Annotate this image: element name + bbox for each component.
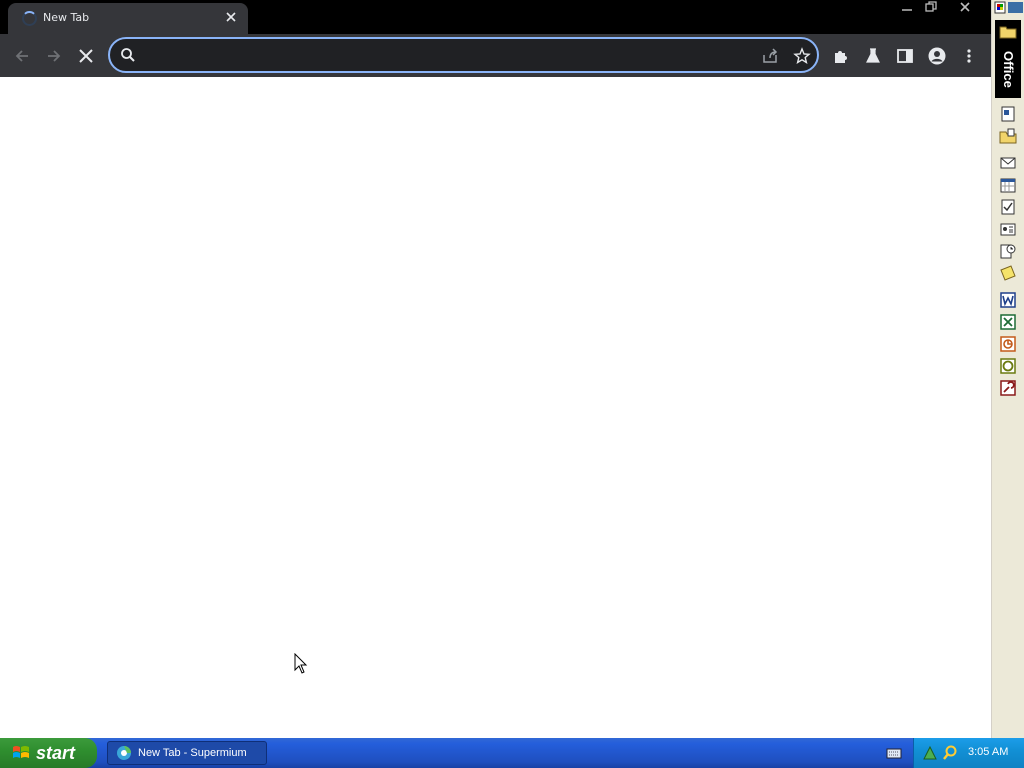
tab-close-icon[interactable] (222, 9, 240, 27)
bookmark-star-icon[interactable] (793, 47, 811, 65)
page-content[interactable] (0, 77, 991, 738)
office-bar-title: Office (1001, 50, 1016, 88)
new-appointment-button[interactable] (997, 175, 1019, 195)
office-shortcut-bar: Office (991, 0, 1024, 738)
labs-button[interactable] (859, 42, 887, 70)
taskbar-item-supermium[interactable]: New Tab - Supermium (107, 741, 267, 765)
taskbar: start New Tab - Supermium 3:05 AM (0, 738, 1024, 768)
keyboard-icon[interactable] (886, 746, 902, 760)
word-icon (1000, 292, 1016, 308)
close-window-button[interactable] (951, 0, 979, 18)
share-icon[interactable] (761, 47, 779, 65)
extensions-button[interactable] (827, 42, 855, 70)
address-input[interactable] (146, 47, 746, 65)
arrow-right-icon (48, 50, 61, 62)
search-icon (121, 48, 135, 62)
side-panel-button[interactable] (891, 42, 919, 70)
avatar-icon (928, 47, 946, 65)
network-tray-icon[interactable] (922, 745, 938, 761)
magnifier-tray-icon[interactable] (942, 745, 958, 761)
browser-toolbar (0, 34, 991, 77)
stop-loading-button[interactable] (72, 42, 100, 70)
note-icon (1000, 265, 1016, 281)
start-button[interactable]: start (0, 738, 97, 768)
new-office-document-button[interactable] (997, 104, 1019, 124)
folder-icon (999, 26, 1017, 39)
supermium-browser-icon (117, 746, 131, 760)
new-journal-entry-button[interactable] (997, 241, 1019, 261)
start-label: start (36, 742, 76, 763)
microsoft-excel-button[interactable] (997, 312, 1019, 332)
desktop: New Tab Office start New Tab - Supermium… (0, 0, 1024, 768)
side-panel-icon (897, 49, 913, 63)
new-contact-button[interactable] (997, 219, 1019, 239)
browser-window: New Tab (0, 0, 991, 738)
loading-spinner-icon (22, 11, 37, 26)
new-note-button[interactable] (997, 263, 1019, 283)
journal-icon (1000, 244, 1016, 259)
open-office-document-button[interactable] (997, 126, 1019, 146)
excel-icon (1000, 314, 1016, 330)
system-tray: 3:05 AM (913, 738, 1024, 768)
forward-button[interactable] (40, 42, 68, 70)
tab-strip: New Tab (0, 0, 991, 34)
kebab-menu-icon (967, 49, 971, 63)
microsoft-publisher-button[interactable] (997, 356, 1019, 376)
tab-title: New Tab (43, 11, 90, 24)
arrow-left-icon (15, 50, 28, 62)
new-message-button[interactable] (997, 153, 1019, 173)
puzzle-icon (835, 51, 847, 63)
profile-button[interactable] (923, 42, 951, 70)
clock: 3:05 AM (968, 746, 1009, 758)
microsoft-word-button[interactable] (997, 290, 1019, 310)
mouse-cursor-icon (294, 653, 308, 674)
microsoft-powerpoint-button[interactable] (997, 334, 1019, 354)
back-button[interactable] (8, 42, 36, 70)
address-bar[interactable] (108, 37, 819, 73)
new-office-document-icon (1001, 106, 1015, 122)
new-task-button[interactable] (997, 197, 1019, 217)
tab-new-tab[interactable]: New Tab (8, 3, 248, 34)
tasks-icon (1001, 199, 1015, 215)
office-bar-controls[interactable] (994, 1, 1024, 15)
stop-x-icon (79, 49, 93, 63)
office-folder-button[interactable] (997, 22, 1019, 42)
contact-icon (1000, 223, 1016, 236)
mail-icon (1000, 157, 1016, 169)
access-icon (1000, 380, 1016, 396)
restore-button[interactable] (917, 0, 945, 18)
flask-icon (866, 48, 880, 63)
powerpoint-icon (1000, 336, 1016, 352)
open-office-document-icon (999, 128, 1017, 144)
calendar-icon (1000, 178, 1016, 193)
publisher-icon (1000, 358, 1016, 374)
microsoft-access-button[interactable] (997, 378, 1019, 398)
menu-button[interactable] (955, 42, 983, 70)
taskbar-item-label: New Tab - Supermium (138, 747, 247, 759)
windows-flag-icon (13, 746, 29, 758)
